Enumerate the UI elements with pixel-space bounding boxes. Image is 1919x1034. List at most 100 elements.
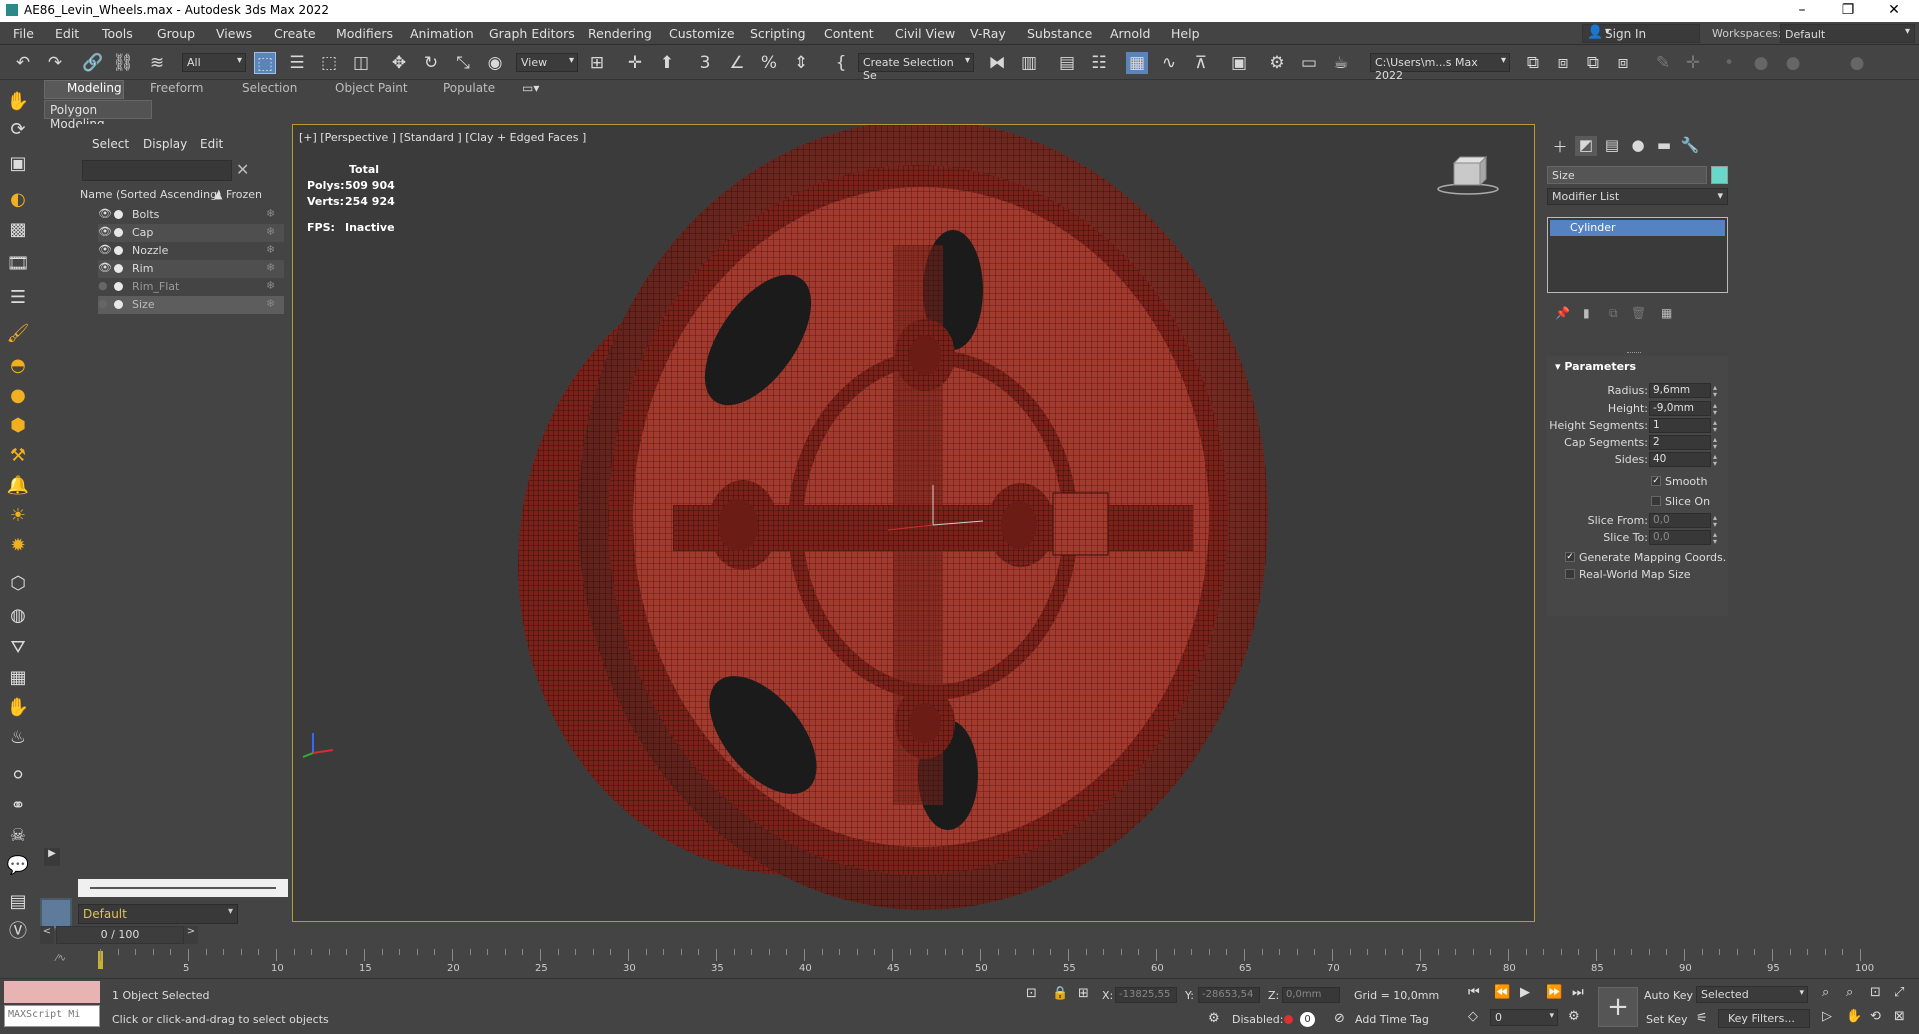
stack-item-cylinder[interactable]: Cylinder (1550, 220, 1725, 236)
scale-icon[interactable]: ⤡ (452, 52, 474, 74)
perspective-viewport[interactable]: [+] [Perspective ] [Standard ] [Clay + E… (292, 124, 1535, 922)
ribbon-tab-populate[interactable]: Populate (443, 81, 495, 95)
select-manipulate-icon[interactable]: ✛ (624, 52, 646, 74)
menu-scripting[interactable]: Scripting (750, 26, 806, 41)
column-frozen-header[interactable]: ▲ Frozen (214, 188, 262, 201)
adaptive-degradation-icon[interactable]: 0 (1300, 1012, 1315, 1027)
create-tab-icon[interactable]: ＋ (1549, 136, 1571, 156)
workspaces-dropdown[interactable]: Default ▾ (1780, 24, 1915, 43)
curve-editor-mini-icon[interactable]: ⁄∿ (56, 953, 66, 964)
hand-icon[interactable]: ✋ (6, 90, 30, 114)
menu-animation[interactable]: Animation (410, 26, 474, 41)
select-object-icon[interactable]: ⬚ (254, 52, 276, 74)
material-sphere-icon[interactable]: ⚪ (6, 764, 30, 788)
selection-set-dropdown[interactable]: Create Selection Se (858, 53, 974, 82)
height-segments-spinner[interactable]: 1 (1649, 418, 1711, 433)
light-icon[interactable]: ☀ (6, 504, 30, 528)
zoom-extents-all-icon[interactable]: ⤢ (1894, 985, 1904, 1000)
menu-rendering[interactable]: Rendering (588, 26, 652, 41)
sun-icon[interactable]: ✹ (6, 534, 30, 558)
unlink-icon[interactable]: ⛓ (112, 52, 134, 74)
auto-key-button[interactable]: Auto Key (1644, 989, 1693, 1002)
x-coordinate-field[interactable]: -13825,55 (1115, 987, 1177, 1003)
hierarchy-tab-icon[interactable]: ▤ (1601, 136, 1623, 156)
tripod-icon[interactable]: ⛛ (6, 636, 30, 660)
fire-icon[interactable]: ♨ (6, 726, 30, 750)
ribbon-tab-freeform[interactable]: Freeform (150, 81, 203, 95)
current-frame-field[interactable]: 0 (1490, 1009, 1558, 1026)
orbit-icon[interactable]: ⟳ (6, 118, 30, 142)
dot-icon[interactable]: ● (1750, 52, 1772, 74)
selection-filter-dropdown[interactable]: All (182, 53, 246, 72)
menu-graph-editors[interactable]: Graph Editors (489, 26, 575, 41)
reference-coord-dropdown[interactable]: View (516, 53, 578, 72)
globe-icon[interactable]: ◍ (6, 604, 30, 628)
schematic-view-icon[interactable]: ⊼ (1190, 52, 1212, 74)
display-tab-icon[interactable]: ▬ (1653, 136, 1675, 156)
chat-icon[interactable]: 💬 (6, 854, 30, 878)
menu-modifiers[interactable]: Modifiers (336, 26, 393, 41)
radius-spinner[interactable]: 9,6mm (1649, 383, 1711, 398)
spinner-arrows-icon[interactable]: ▴ ▾ (1713, 436, 1717, 451)
parameters-title[interactable]: ▾ Parameters (1555, 360, 1636, 373)
grid-icon[interactable]: ▦ (6, 666, 30, 690)
time-slider-prev-icon[interactable]: < (40, 926, 54, 944)
render-icon[interactable]: ☕ (1330, 52, 1352, 74)
spinner-arrows-icon[interactable]: ▴ ▾ (1713, 402, 1717, 417)
ribbon-tab-modeling[interactable]: Modeling (67, 81, 122, 95)
spinner-arrows-icon[interactable]: ▴ ▾ (1713, 453, 1717, 468)
menu-customize[interactable]: Customize (669, 26, 735, 41)
paint-icon[interactable]: ◐ (6, 188, 30, 212)
maximize-button[interactable]: ❐ (1825, 0, 1871, 22)
go-to-end-icon[interactable]: ⏭ (1572, 985, 1584, 1000)
menu-vray[interactable]: V-Ray (970, 26, 1006, 41)
dot-icon[interactable]: ● (1782, 52, 1804, 74)
percent-snap-icon[interactable]: % (758, 52, 780, 74)
time-config-icon[interactable]: ⚙ (1568, 1009, 1580, 1024)
sign-in-button[interactable]: 👤 Sign In ▾ (1582, 24, 1700, 43)
time-slider-next-icon[interactable]: > (184, 926, 198, 944)
eye-icon[interactable]: 👁 (98, 207, 112, 220)
z-coordinate-field[interactable]: 0,0mm (1282, 987, 1340, 1003)
rotate-icon[interactable]: ↻ (420, 52, 442, 74)
close-icon[interactable]: ✕ (236, 160, 249, 179)
object-color-swatch[interactable] (1711, 166, 1728, 184)
pin-icon[interactable]: ✛ (1682, 52, 1704, 74)
brush-icon[interactable]: ✎ (1652, 52, 1674, 74)
object-name-field[interactable]: Size (1547, 166, 1707, 184)
height-spinner[interactable]: -9,0mm (1649, 401, 1711, 416)
ribbon-options-icon[interactable]: ▭▾ (522, 81, 539, 95)
list-item[interactable]: 👁 Cap ❄ (98, 224, 284, 242)
modify-tab-icon[interactable]: ◩ (1575, 136, 1597, 156)
bind-spacewarp-icon[interactable]: ≋ (146, 52, 168, 74)
minimize-button[interactable]: – (1779, 0, 1825, 22)
absolute-mode-icon[interactable]: ⊞ (1078, 986, 1089, 1001)
snowflake-icon[interactable]: ❄ (266, 207, 275, 220)
menu-help[interactable]: Help (1171, 26, 1200, 41)
script-icon[interactable]: ⚙ (1208, 1011, 1220, 1026)
spinner-arrows-icon[interactable]: ▴ ▾ (1713, 531, 1717, 546)
orbit-icon[interactable]: ⟲ (1870, 1009, 1881, 1024)
layer-dropdown[interactable]: Default ▾ (78, 904, 238, 924)
spinner-arrows-icon[interactable]: ▴ ▾ (1713, 419, 1717, 434)
vray-logo-icon[interactable]: Ⓥ (6, 920, 30, 944)
time-tag-icon[interactable]: ⊘ (1334, 1011, 1345, 1026)
field-of-view-icon[interactable]: ▷ (1822, 1009, 1832, 1024)
wheel-model-render[interactable] (293, 125, 1535, 922)
film-icon[interactable]: 🎞 (6, 252, 30, 276)
configure-sets-icon[interactable]: ▦ (1661, 306, 1672, 320)
menu-edit[interactable]: Edit (55, 26, 79, 41)
placement-icon[interactable]: ◉ (484, 52, 506, 74)
explorer-tab-display[interactable]: Display (143, 137, 187, 151)
snowflake-icon[interactable]: ❄ (266, 279, 275, 292)
spinner-arrows-icon[interactable]: ▴ ▾ (1713, 514, 1717, 529)
record-dot-icon[interactable] (1284, 1015, 1293, 1024)
generate-mapping-checkbox[interactable]: ✓ (1565, 552, 1575, 562)
maximize-viewport-icon[interactable]: ⊠ (1894, 1009, 1905, 1024)
bell-icon[interactable]: 🔔 (6, 474, 30, 498)
eye-icon[interactable]: 👁 (98, 261, 112, 274)
close-button[interactable]: ✕ (1871, 0, 1917, 22)
slice-from-spinner[interactable]: 0,0 (1649, 513, 1711, 528)
scene-explorer-icon[interactable]: ▤ (1056, 52, 1078, 74)
menu-views[interactable]: Views (216, 26, 252, 41)
